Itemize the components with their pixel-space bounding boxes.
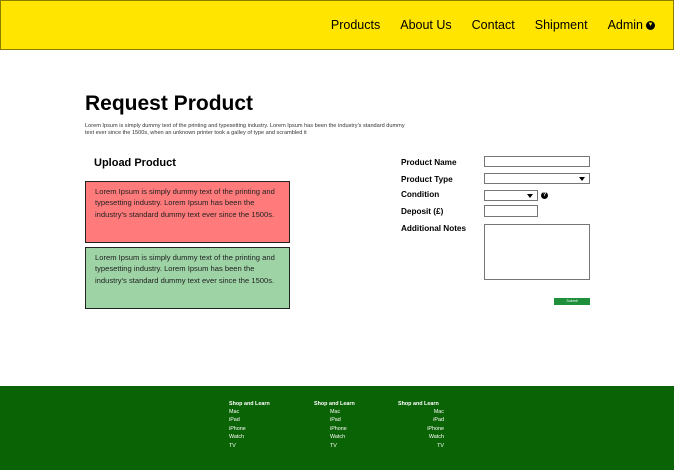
page-description: Lorem Ipsum is simply dummy text of the …: [85, 123, 405, 136]
footer-column: Shop and Learn Mac iPad iPhone Watch TV: [398, 400, 444, 450]
additional-notes-label: Additional Notes: [401, 224, 467, 233]
condition-label: Condition: [401, 190, 440, 199]
footer-column-heading: Shop and Learn: [229, 401, 270, 407]
nav-link-contact[interactable]: Contact: [472, 18, 515, 32]
footer: Shop and Learn Mac iPad iPhone Watch TV …: [0, 386, 674, 470]
footer-column-heading: Shop and Learn: [314, 401, 355, 407]
product-type-label: Product Type: [401, 175, 453, 184]
additional-notes-textarea[interactable]: [484, 224, 590, 280]
product-name-input[interactable]: [484, 156, 590, 167]
chevron-down-icon: [579, 176, 585, 181]
chevron-down-icon: [527, 193, 533, 198]
footer-link-tv[interactable]: TV: [398, 442, 444, 450]
footer-link-watch[interactable]: Watch: [398, 433, 444, 441]
footer-link-tv[interactable]: TV: [229, 442, 270, 450]
page-title: Request Product: [85, 92, 254, 115]
footer-link-iphone[interactable]: iPhone: [314, 425, 355, 433]
product-type-select[interactable]: [484, 173, 590, 184]
footer-link-iphone[interactable]: iPhone: [398, 425, 444, 433]
upload-product-heading: Upload Product: [94, 157, 176, 169]
chevron-down-circle-icon: ▼: [646, 20, 655, 30]
condition-select[interactable]: [484, 190, 538, 201]
footer-link-mac[interactable]: Mac: [229, 408, 270, 416]
deposit-label: Deposit (£): [401, 207, 444, 216]
product-name-label: Product Name: [401, 158, 457, 167]
footer-link-ipad[interactable]: iPad: [229, 416, 270, 424]
footer-column-heading: Shop and Learn: [398, 401, 439, 407]
question-circle-icon[interactable]: ?: [541, 192, 548, 199]
footer-link-mac[interactable]: Mac: [314, 408, 355, 416]
footer-column: Shop and Learn Mac iPad iPhone Watch TV: [314, 400, 355, 450]
nav-link-shipment[interactable]: Shipment: [535, 18, 588, 32]
nav-admin-dropdown[interactable]: Admin ▼: [608, 18, 655, 32]
footer-link-ipad[interactable]: iPad: [314, 416, 355, 424]
nav-link-about-us[interactable]: About Us: [400, 18, 451, 32]
footer-link-watch[interactable]: Watch: [314, 433, 355, 441]
footer-column: Shop and Learn Mac iPad iPhone Watch TV: [229, 400, 270, 450]
footer-link-tv[interactable]: TV: [314, 442, 355, 450]
deposit-input[interactable]: [484, 205, 538, 217]
submit-button[interactable]: Submit: [554, 298, 590, 305]
upload-info-card-green: Lorem Ipsum is simply dummy text of the …: [85, 247, 290, 309]
top-navbar: Products About Us Contact Shipment Admin…: [0, 0, 674, 50]
footer-link-watch[interactable]: Watch: [229, 433, 270, 441]
nav-admin-label: Admin: [607, 18, 643, 32]
nav-menu: Products About Us Contact Shipment Admin…: [331, 1, 673, 49]
footer-link-iphone[interactable]: iPhone: [229, 425, 270, 433]
upload-info-card-red: Lorem Ipsum is simply dummy text of the …: [85, 181, 290, 243]
footer-link-mac[interactable]: Mac: [398, 408, 444, 416]
footer-link-ipad[interactable]: iPad: [398, 416, 444, 424]
nav-link-products[interactable]: Products: [331, 18, 380, 32]
